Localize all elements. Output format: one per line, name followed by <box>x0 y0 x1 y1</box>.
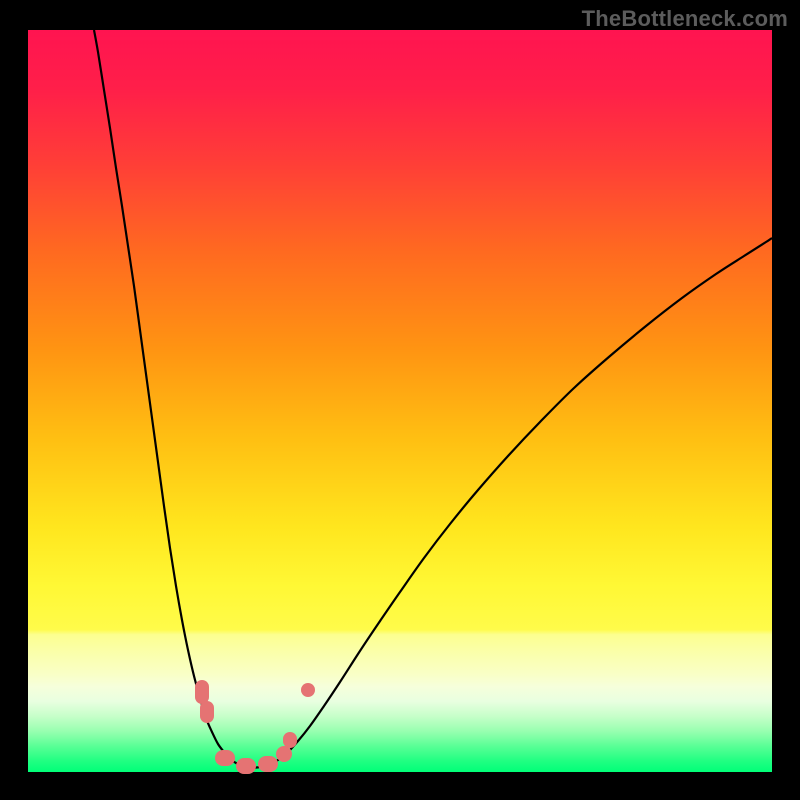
curve-marker <box>236 758 256 774</box>
plot-area <box>28 30 772 772</box>
curve-right <box>253 238 772 768</box>
bottleneck-curve <box>28 30 772 772</box>
curve-marker <box>200 701 214 723</box>
curve-marker <box>283 732 297 748</box>
curve-marker <box>301 683 315 697</box>
curve-left <box>94 30 253 768</box>
curve-marker <box>258 756 278 772</box>
curve-marker <box>215 750 235 766</box>
curve-marker <box>276 746 292 762</box>
watermark-text: TheBottleneck.com <box>582 6 788 32</box>
chart-frame: TheBottleneck.com <box>0 0 800 800</box>
